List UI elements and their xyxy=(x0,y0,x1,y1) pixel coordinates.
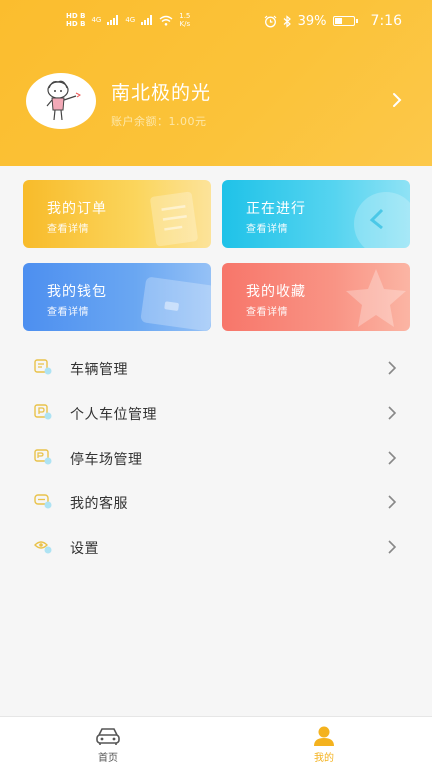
chevron-right-icon xyxy=(388,406,397,420)
menu-item-customer-service[interactable]: 我的客服 xyxy=(0,480,432,524)
star-icon xyxy=(346,269,406,327)
clock-icon xyxy=(354,192,410,248)
bluetooth-icon xyxy=(283,14,291,28)
account-balance: 账户余额：1.00元 xyxy=(111,115,207,128)
menu-item-personal-parking[interactable]: 个人车位管理 xyxy=(0,391,432,435)
username[interactable]: 南北极的光 xyxy=(111,78,211,105)
settings-eye-icon xyxy=(34,541,52,554)
user-icon xyxy=(314,726,334,746)
avatar-illustration-icon xyxy=(46,80,81,121)
net-speed: 1.5 K/s xyxy=(179,12,190,28)
service-chat-icon xyxy=(34,494,52,509)
parking-lot-icon xyxy=(34,449,52,465)
menu-item-settings[interactable]: 设置 xyxy=(0,525,432,569)
alarm-icon xyxy=(264,15,277,27)
tab-home-label: 首页 xyxy=(98,753,118,764)
menu-item-vehicle-management[interactable]: 车辆管理 xyxy=(0,346,432,390)
status-right: 39% 7:16 xyxy=(264,13,402,29)
status-bar: HD B HD B 4G 4G 1.5 K/s 39% 7:16 xyxy=(0,0,432,40)
battery-percent: 39% xyxy=(297,13,327,29)
menu-label: 我的客服 xyxy=(70,496,128,512)
menu-label: 个人车位管理 xyxy=(70,407,157,423)
net-speed-unit: K/s xyxy=(179,20,191,28)
net-label-2: 4G xyxy=(125,16,136,24)
avatar[interactable] xyxy=(26,73,96,129)
card-my-wallet[interactable]: 我的钱包 查看详情 xyxy=(23,263,211,331)
tab-mine-label: 我的 xyxy=(314,753,334,764)
chevron-right-icon xyxy=(388,451,397,465)
card-my-favorites[interactable]: 我的收藏 查看详情 xyxy=(222,263,410,331)
menu-label: 设置 xyxy=(70,541,99,557)
car-icon xyxy=(96,728,120,745)
card-in-progress-sub: 查看详情 xyxy=(246,224,288,235)
tab-home[interactable]: 首页 xyxy=(68,717,148,768)
status-left: HD B HD B 4G 4G 1.5 K/s xyxy=(66,12,190,28)
profile-chevron-right-icon[interactable] xyxy=(392,92,402,108)
status-time: 7:16 xyxy=(370,13,402,29)
wallet-icon xyxy=(140,277,211,331)
hd-label-1: HD B xyxy=(66,12,86,20)
wifi-icon xyxy=(159,15,173,26)
parking-p-icon xyxy=(34,404,52,420)
signal-icon xyxy=(107,15,119,25)
card-my-favorites-sub: 查看详情 xyxy=(246,307,288,318)
menu-item-parking-lot-management[interactable]: 停车场管理 xyxy=(0,436,432,480)
battery-icon xyxy=(332,16,358,26)
profile-header: HD B HD B 4G 4G 1.5 K/s 39% 7:16 南北极的光 账… xyxy=(0,0,432,166)
card-my-orders[interactable]: 我的订单 查看详情 xyxy=(23,180,211,248)
chevron-right-icon xyxy=(388,361,397,375)
card-in-progress[interactable]: 正在进行 查看详情 xyxy=(222,180,410,248)
card-my-orders-title: 我的订单 xyxy=(47,201,107,217)
card-my-wallet-sub: 查看详情 xyxy=(47,307,89,318)
menu-label: 停车场管理 xyxy=(70,452,143,468)
tab-mine[interactable]: 我的 xyxy=(284,717,364,768)
bottom-tab-bar: 首页 我的 xyxy=(0,716,432,768)
signal-icon-2 xyxy=(141,15,153,25)
menu-label: 车辆管理 xyxy=(70,362,128,378)
order-list-icon xyxy=(150,191,198,247)
card-my-wallet-title: 我的钱包 xyxy=(47,284,107,300)
net-label-1: 4G xyxy=(91,16,102,24)
card-in-progress-title: 正在进行 xyxy=(246,201,306,217)
net-speed-value: 1.5 xyxy=(179,12,191,20)
hd-indicator: HD B HD B xyxy=(66,12,85,28)
hd-label-2: HD B xyxy=(66,20,86,28)
card-my-orders-sub: 查看详情 xyxy=(47,224,89,235)
car-doc-icon xyxy=(34,359,52,375)
card-my-favorites-title: 我的收藏 xyxy=(246,284,306,300)
chevron-right-icon xyxy=(388,495,397,509)
chevron-right-icon xyxy=(388,540,397,554)
